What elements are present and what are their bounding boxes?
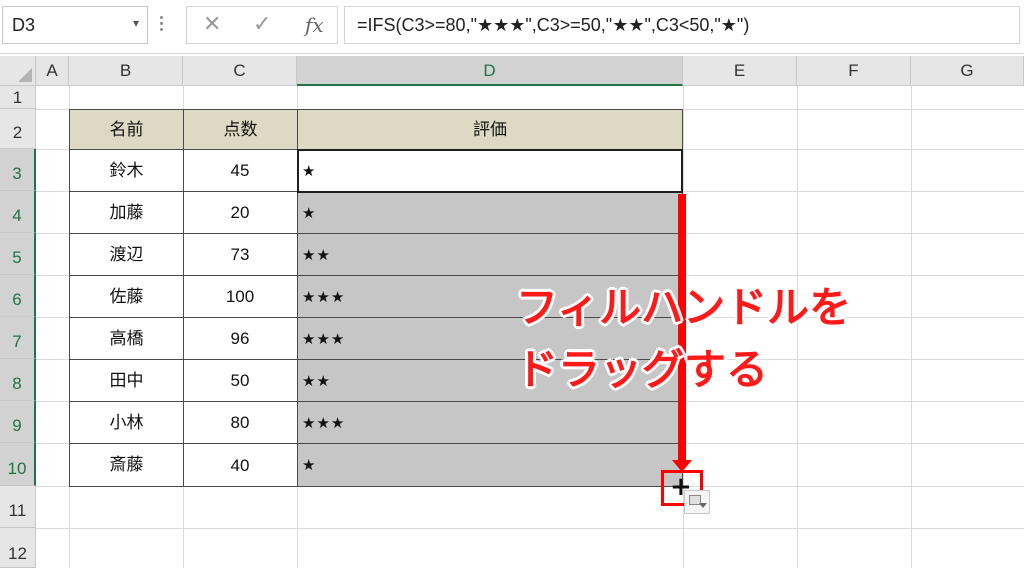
row-header-9[interactable]: 9: [0, 401, 36, 443]
score-cell[interactable]: 45: [183, 150, 298, 192]
row-header-6[interactable]: 6: [0, 275, 36, 317]
gridline: [36, 528, 1024, 529]
name-cell[interactable]: 鈴木: [69, 150, 184, 192]
rating-cell[interactable]: ★: [297, 192, 683, 234]
cancel-icon[interactable]: ✕: [203, 12, 221, 37]
score-cell[interactable]: 73: [183, 234, 298, 276]
header-cell-rating[interactable]: 評価: [297, 109, 683, 150]
annotation-line-1: フィルハンドルを: [516, 283, 852, 332]
autofill-options-icon[interactable]: [684, 490, 710, 514]
column-header-e[interactable]: E: [683, 56, 797, 86]
rating-cell[interactable]: ★: [297, 150, 683, 192]
row-header-5[interactable]: 5: [0, 233, 36, 275]
name-cell[interactable]: 加藤: [69, 192, 184, 234]
name-box-value: D3: [12, 15, 36, 35]
row-header-4[interactable]: 4: [0, 191, 36, 233]
formula-text: =IFS(C3>=80,"★★★",C3>=50,"★★",C3<50,"★"): [357, 15, 750, 35]
row-header-2[interactable]: 2: [0, 109, 36, 149]
name-cell[interactable]: 田中: [69, 360, 184, 402]
name-cell[interactable]: 渡辺: [69, 234, 184, 276]
score-cell[interactable]: 50: [183, 360, 298, 402]
score-cell[interactable]: 96: [183, 318, 298, 360]
row-header-8[interactable]: 8: [0, 359, 36, 401]
name-cell[interactable]: 高橋: [69, 318, 184, 360]
rating-cell[interactable]: ★★: [297, 234, 683, 276]
formula-bar: D3 ▾ ✕ ✓ fx =IFS(C3>=80,"★★★",C3>=50,"★★…: [0, 0, 1024, 54]
score-cell[interactable]: 40: [183, 444, 298, 487]
row-header-1[interactable]: 1: [0, 86, 36, 109]
header-cell-score[interactable]: 点数: [183, 109, 298, 150]
rating-cell[interactable]: ★: [297, 444, 683, 487]
row-header-11[interactable]: 11: [0, 486, 36, 528]
column-header-f[interactable]: F: [797, 56, 911, 86]
name-cell[interactable]: 斎藤: [69, 444, 184, 487]
column-header-g[interactable]: G: [911, 56, 1024, 86]
row-header-10[interactable]: 10: [0, 443, 36, 486]
row-header-3[interactable]: 3: [0, 149, 36, 191]
formula-input[interactable]: =IFS(C3>=80,"★★★",C3>=50,"★★",C3<50,"★"): [344, 6, 1020, 44]
formula-function-buttons: ✕ ✓ fx: [186, 6, 338, 44]
score-cell[interactable]: 20: [183, 192, 298, 234]
column-header-d[interactable]: D: [297, 56, 683, 86]
insert-function-icon[interactable]: fx: [305, 13, 324, 37]
score-cell[interactable]: 80: [183, 402, 298, 444]
name-cell[interactable]: 小林: [69, 402, 184, 444]
gridline: [911, 86, 912, 568]
column-header-c[interactable]: C: [183, 56, 297, 86]
enter-check-icon[interactable]: ✓: [253, 12, 271, 37]
name-box[interactable]: D3 ▾: [2, 6, 148, 44]
column-header-a[interactable]: A: [36, 56, 69, 86]
header-cell-name[interactable]: 名前: [69, 109, 184, 150]
column-header-b[interactable]: B: [69, 56, 183, 86]
grip-dots-icon[interactable]: [160, 13, 168, 39]
rating-cell[interactable]: ★★★: [297, 402, 683, 444]
select-all-corner[interactable]: [0, 56, 36, 86]
name-cell[interactable]: 佐藤: [69, 276, 184, 318]
row-header-7[interactable]: 7: [0, 317, 36, 359]
score-cell[interactable]: 100: [183, 276, 298, 318]
chevron-down-icon[interactable]: ▾: [133, 16, 139, 30]
annotation-line-2: ドラッグする: [516, 345, 769, 394]
row-header-12[interactable]: 12: [0, 528, 36, 568]
